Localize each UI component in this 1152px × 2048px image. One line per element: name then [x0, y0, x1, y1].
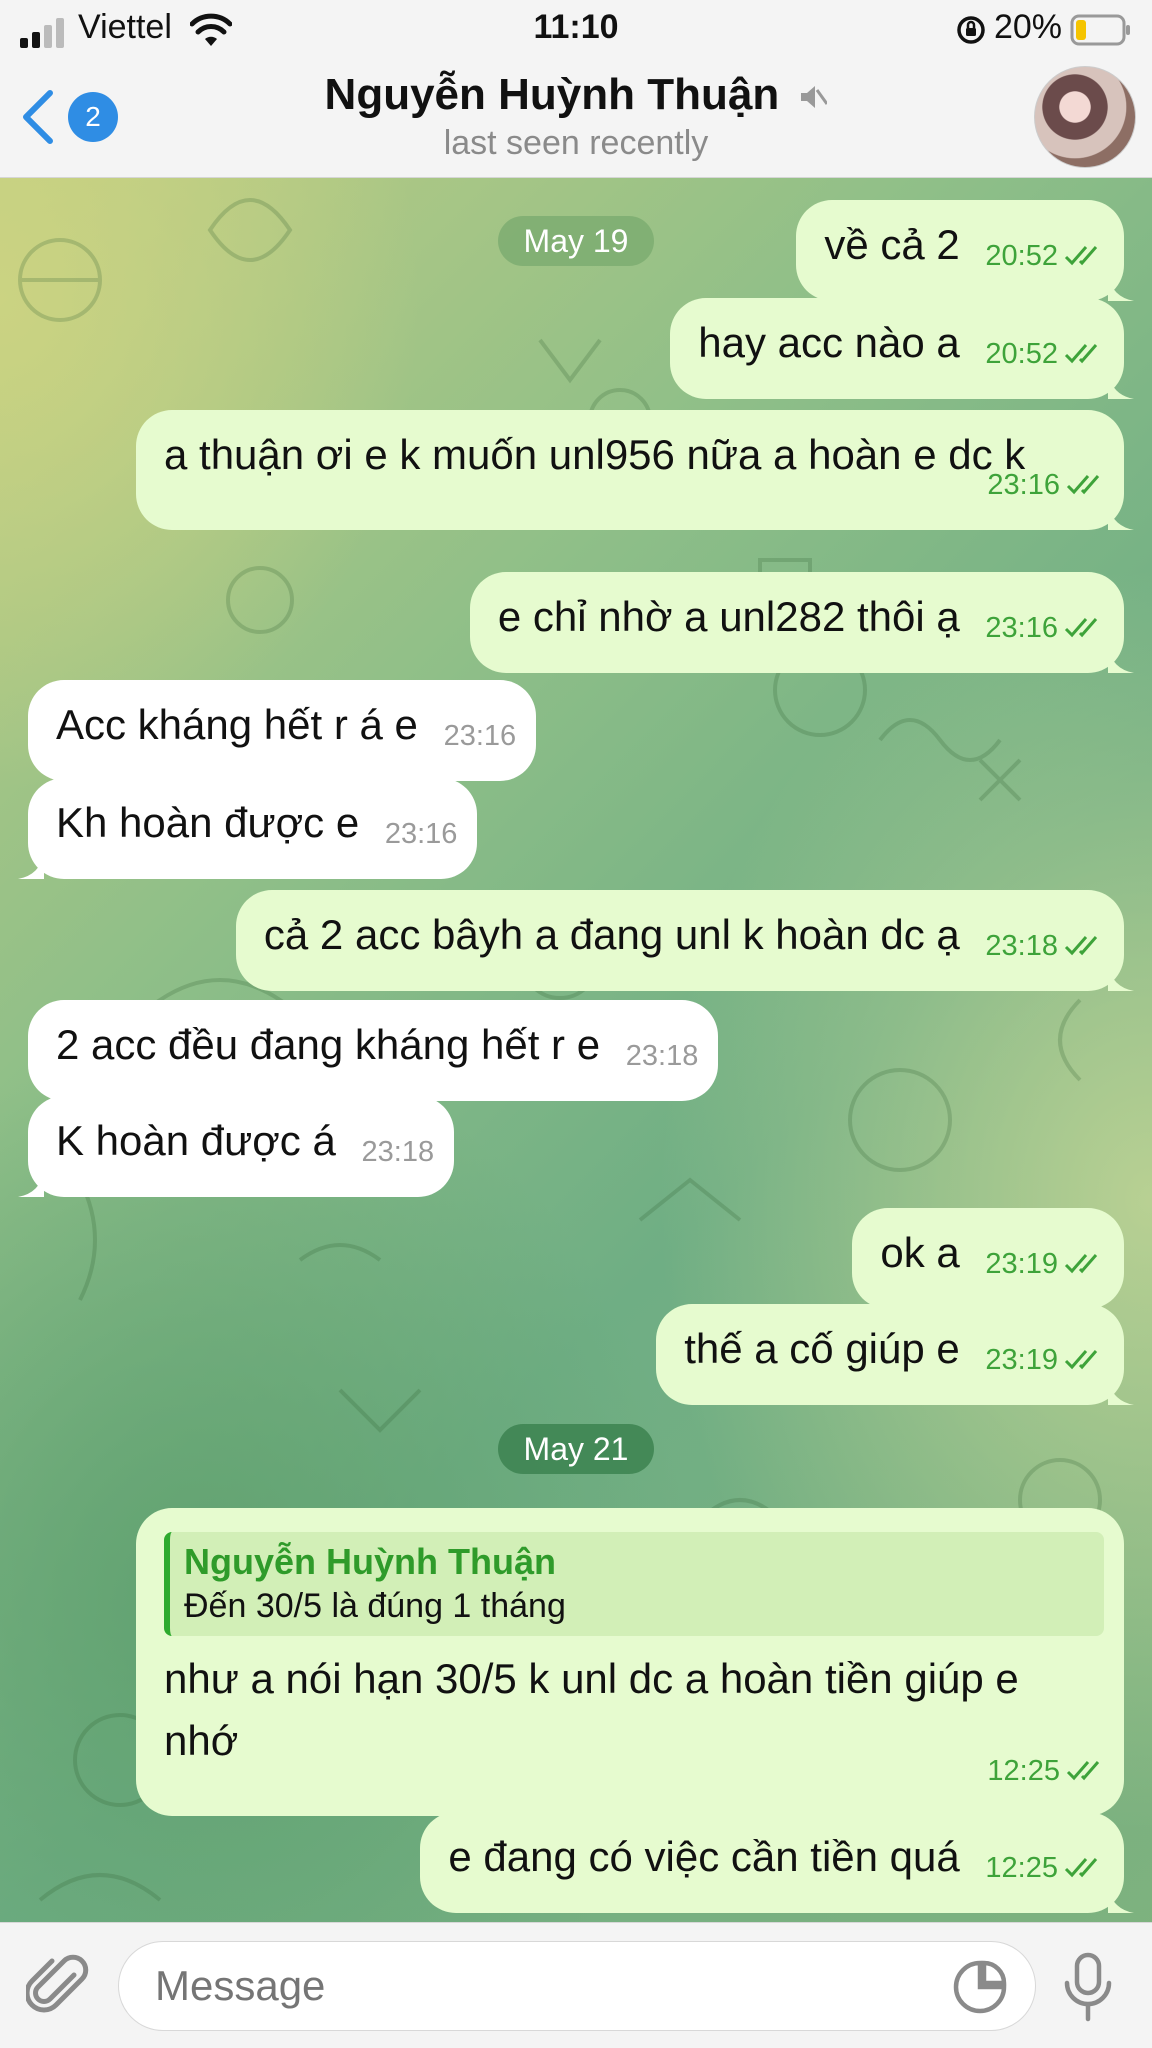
message-time: 23:18 — [361, 1136, 435, 1168]
double-check-icon — [1064, 936, 1098, 956]
message-bubble-outgoing[interactable]: a thuận ơi e k muốn unl956 nữa a hoàn e … — [136, 410, 1134, 530]
rotation-lock-icon — [957, 16, 985, 44]
message-time: 23:19 — [985, 1329, 1104, 1391]
double-check-icon — [1064, 1254, 1098, 1274]
avatar[interactable] — [1034, 66, 1136, 168]
double-check-icon — [1066, 475, 1100, 495]
bubble-tail — [1108, 1379, 1134, 1405]
message-text: a thuận ơi e k muốn unl956 nữa a hoàn e … — [164, 431, 1026, 478]
message-text: như a nói hạn 30/5 k unl dc a hoàn tiền … — [164, 1655, 1019, 1764]
message-time: 20:52 — [985, 323, 1104, 385]
message-text: K hoàn được á — [56, 1117, 336, 1164]
message-bubble-outgoing[interactable]: ok a 23:19 — [852, 1208, 1124, 1309]
battery-percentage: 20% — [993, 8, 1062, 46]
date-separator: May 21 — [498, 1424, 654, 1474]
bubble-tail — [1108, 1887, 1134, 1913]
bubble-tail — [1108, 647, 1134, 673]
message-bubble-outgoing[interactable]: cả 2 acc bâyh a đang unl k hoàn dc ạ 23:… — [235, 890, 1134, 991]
muted-speaker-icon — [801, 86, 828, 109]
message-text: 2 acc đều đang kháng hết r e — [56, 1021, 601, 1068]
message-input-bar — [0, 1922, 1152, 2048]
microphone-icon[interactable] — [1060, 1951, 1116, 2023]
message-text: cả 2 acc bâyh a đang unl k hoàn dc ạ — [263, 911, 960, 958]
attach-paperclip-icon[interactable] — [26, 1953, 92, 2019]
reply-quote[interactable]: Nguyễn Huỳnh Thuận Đến 30/5 là đúng 1 th… — [164, 1532, 1104, 1636]
message-bubble-incoming[interactable]: Acc kháng hết r á e 23:16 — [28, 680, 537, 781]
message-text: ok a — [880, 1229, 960, 1276]
message-bubble-incoming[interactable]: 2 acc đều đang kháng hết r e 23:18 — [28, 1000, 719, 1101]
battery-icon — [1070, 14, 1130, 46]
reply-text: Đến 30/5 là đúng 1 tháng — [184, 1587, 566, 1625]
double-check-icon — [1064, 344, 1098, 364]
message-bubble-outgoing[interactable]: e chỉ nhờ a unl282 thôi ạ 23:16 — [469, 572, 1134, 673]
message-text: về cả 2 — [824, 221, 960, 268]
message-bubble-incoming[interactable]: Kh hoàn được e 23:16 — [18, 778, 478, 879]
message-bubble-outgoing[interactable]: thế a cố giúp e 23:19 — [656, 1304, 1134, 1405]
message-time: 12:25 — [985, 1837, 1104, 1899]
message-bubble-outgoing[interactable]: e đang có việc cần tiền quá 12:25 — [420, 1812, 1134, 1913]
message-bubble-outgoing[interactable]: hay acc nào a 20:52 — [670, 298, 1134, 399]
message-input[interactable] — [118, 1941, 1036, 2031]
sticker-icon[interactable] — [952, 1959, 1008, 2015]
message-bubble-outgoing-reply[interactable]: Nguyễn Huỳnh Thuận Đến 30/5 là đúng 1 th… — [136, 1508, 1124, 1816]
last-seen-status: last seen recently — [443, 124, 709, 162]
chat-title[interactable]: Nguyễn Huỳnh Thuận — [0, 70, 1152, 120]
message-time: 23:16 — [985, 597, 1104, 659]
bubble-tail — [18, 1171, 44, 1197]
message-bubble-incoming[interactable]: K hoàn được á 23:18 — [18, 1096, 455, 1197]
double-check-icon — [1066, 1761, 1100, 1781]
message-text: Acc kháng hết r á e — [56, 701, 418, 748]
double-check-icon — [1064, 1350, 1098, 1370]
message-text: e đang có việc cần tiền quá — [448, 1833, 960, 1880]
double-check-icon — [1064, 618, 1098, 638]
message-time: 23:18 — [985, 915, 1104, 977]
bubble-tail — [18, 853, 44, 879]
message-time: 12:25 — [987, 1740, 1106, 1802]
message-bubble-outgoing[interactable]: về cả 2 20:52 — [796, 200, 1134, 301]
double-check-icon — [1064, 246, 1098, 266]
top-bar: Viettel 11:10 20% 2 Nguyễn Huỳnh Thuận l… — [0, 0, 1152, 178]
message-text: hay acc nào a — [698, 319, 960, 366]
message-time: 23:16 — [443, 720, 517, 752]
message-text: thế a cố giúp e — [684, 1325, 960, 1372]
message-text: e chỉ nhờ a unl282 thôi ạ — [497, 593, 960, 640]
bubble-tail — [1108, 275, 1134, 301]
date-separator: May 19 — [498, 216, 654, 266]
message-time: 23:18 — [625, 1040, 699, 1072]
message-text: Kh hoàn được e — [56, 799, 360, 846]
reply-author: Nguyễn Huỳnh Thuận — [184, 1541, 556, 1582]
contact-name: Nguyễn Huỳnh Thuận — [324, 70, 780, 119]
message-time: 23:16 — [384, 818, 458, 850]
message-time: 23:16 — [987, 454, 1106, 516]
double-check-icon — [1064, 1858, 1098, 1878]
bubble-tail — [1108, 504, 1134, 530]
message-time: 23:19 — [985, 1233, 1104, 1295]
message-time: 20:52 — [985, 225, 1104, 287]
bubble-tail — [1108, 373, 1134, 399]
bubble-tail — [1108, 965, 1134, 991]
